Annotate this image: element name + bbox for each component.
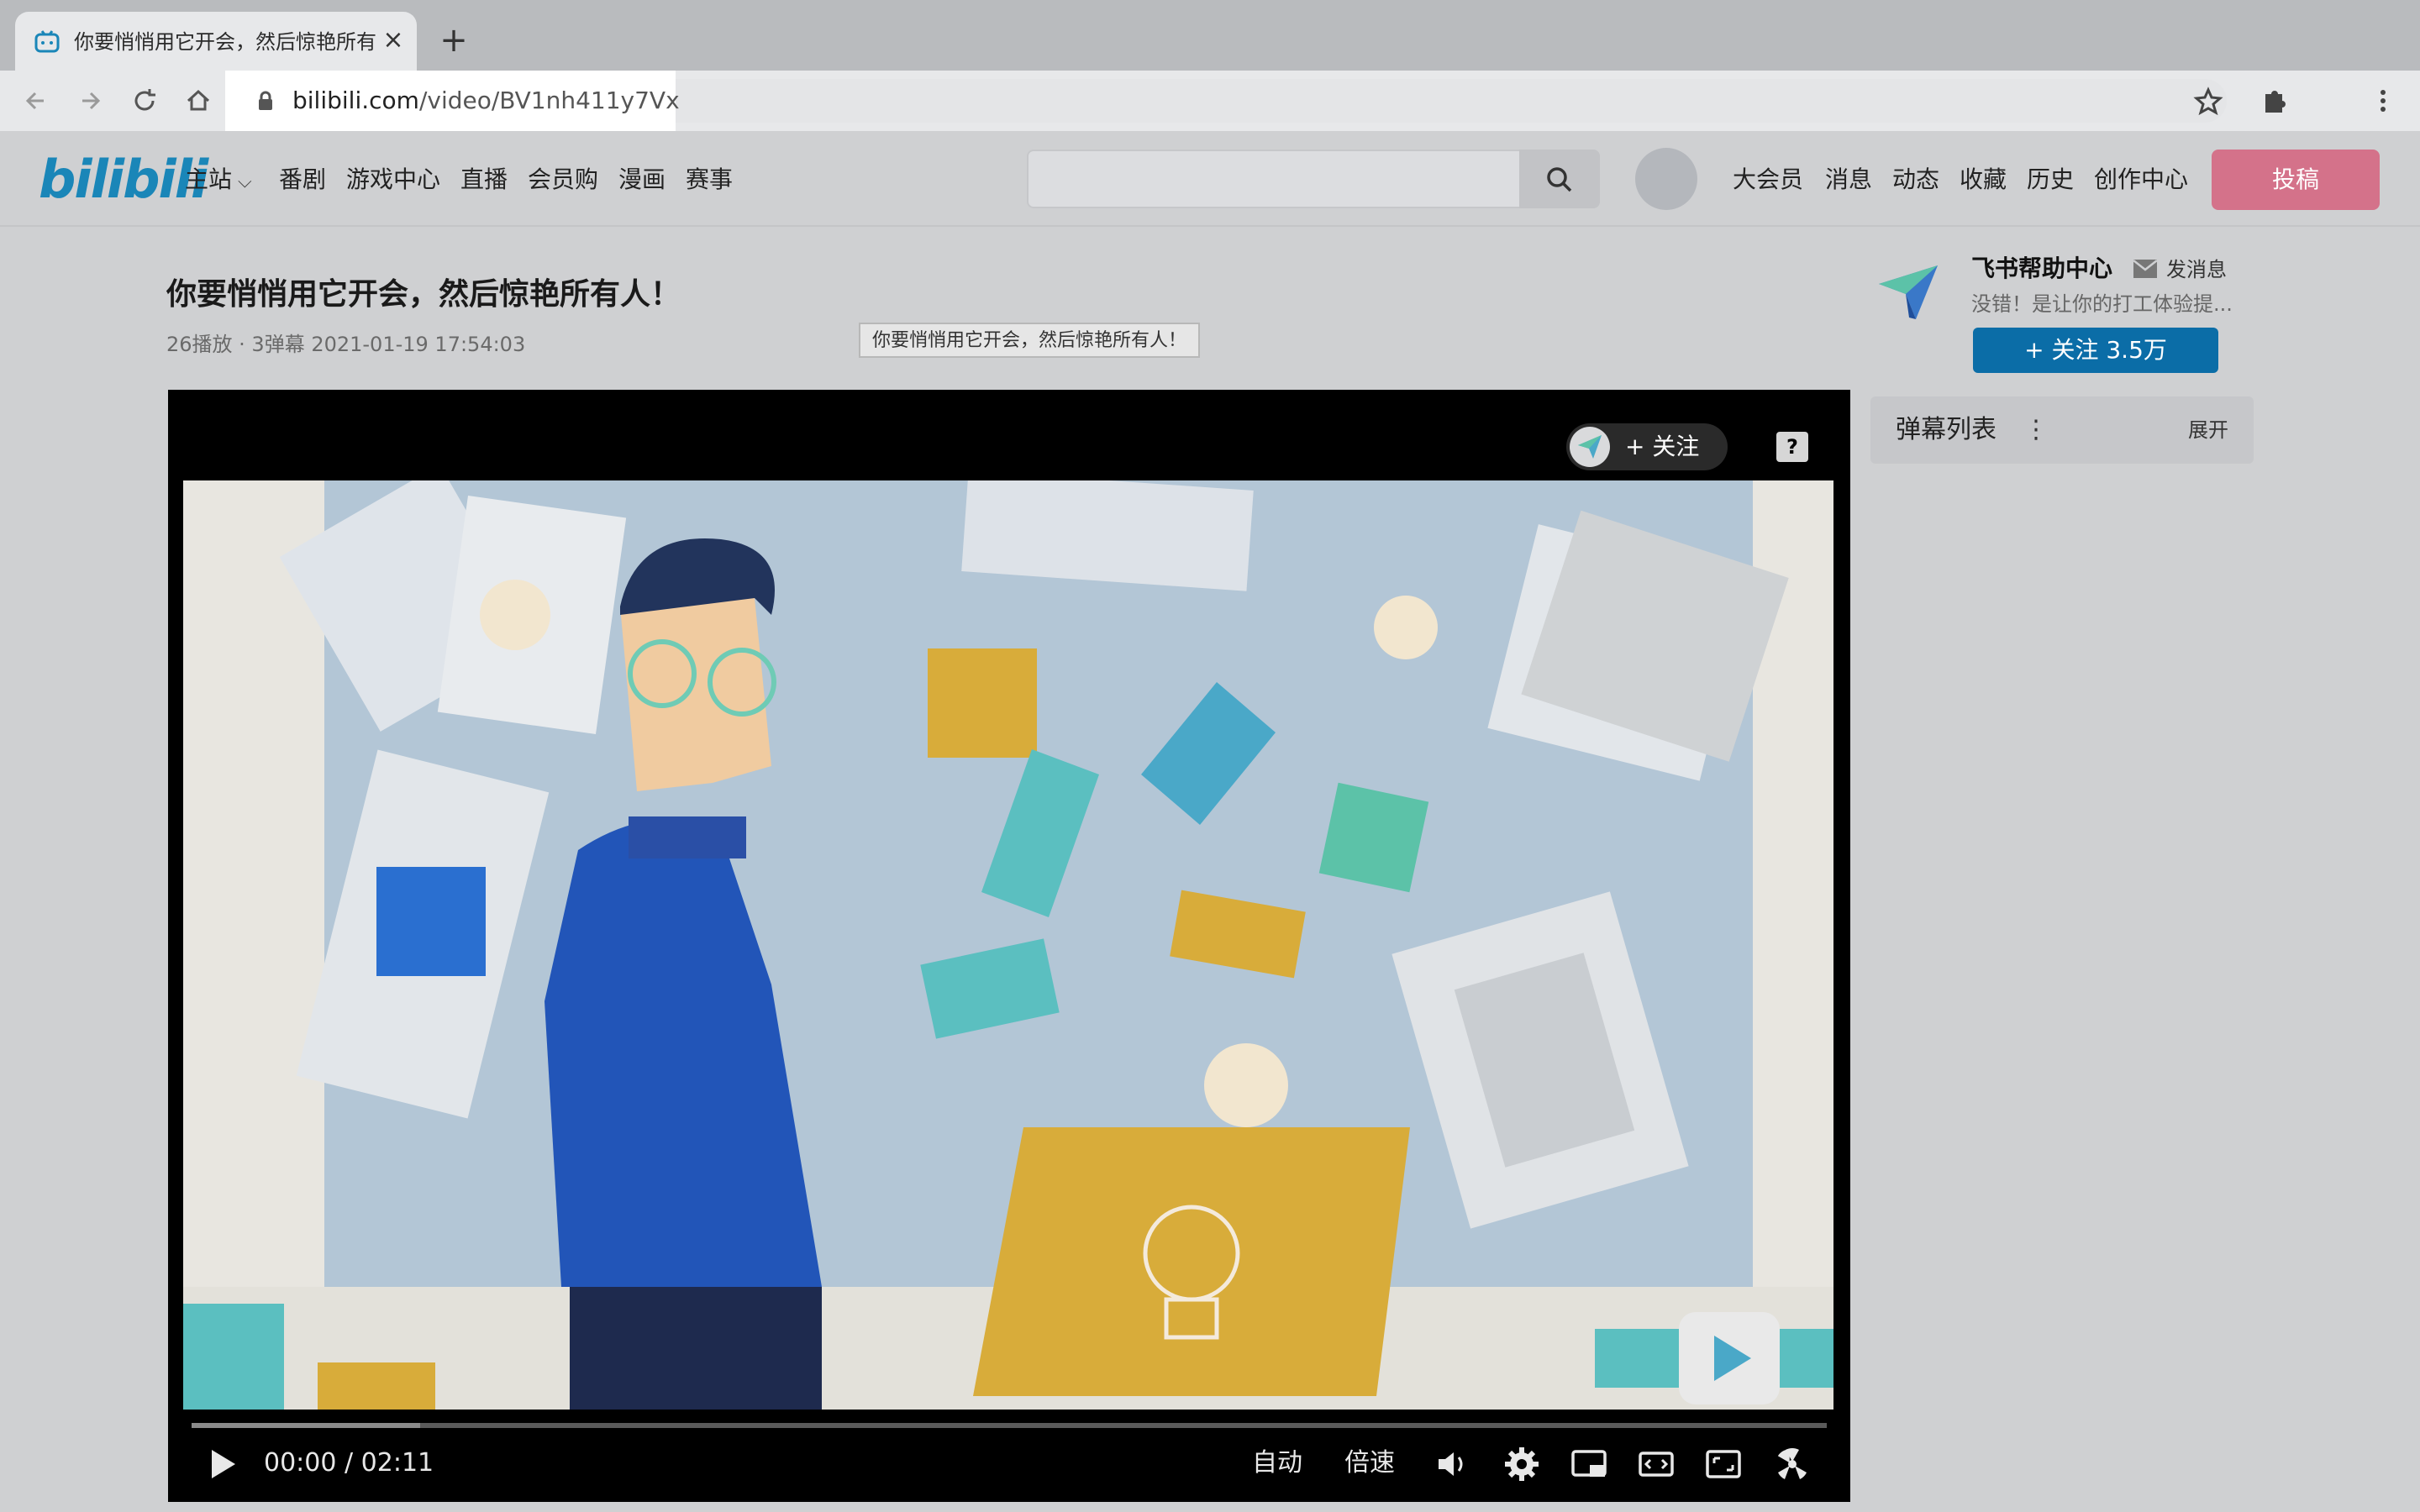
home-icon[interactable] (180, 82, 217, 119)
fullscreen-icon[interactable] (1771, 1443, 1813, 1485)
search-input[interactable] (1027, 150, 1600, 208)
danmaku-title: 弹幕列表 (1896, 415, 1996, 444)
follow-button[interactable]: + 关注 3.5万 (1973, 328, 2218, 373)
nav-item-vip[interactable]: 大会员 (1733, 163, 1803, 197)
video-meta: 26播放 · 3弹幕 2021-01-19 17:54:03 (166, 333, 526, 356)
picture-in-picture-icon[interactable] (1568, 1443, 1610, 1485)
search-icon (1547, 167, 1572, 192)
bilibili-logo[interactable]: bilibili (39, 148, 208, 212)
speed-button[interactable]: 倍速 (1344, 1445, 1395, 1482)
nav-item-live[interactable]: 直播 (460, 163, 508, 197)
progress-fill (192, 1423, 420, 1428)
time-separator: / (345, 1448, 354, 1478)
danmaku-menu-icon[interactable]: ⋮ (2023, 412, 2049, 449)
nav-item-anime[interactable]: 番剧 (279, 163, 326, 197)
address-bar-extension[interactable] (676, 79, 2227, 123)
volume-icon[interactable] (1432, 1443, 1474, 1485)
browser-menu-icon[interactable] (2365, 82, 2402, 119)
upload-button[interactable]: 投稿 (2212, 150, 2380, 210)
forward-icon[interactable] (72, 82, 109, 119)
nav-item-dynamics[interactable]: 动态 (1892, 163, 1939, 197)
nav-item-esports[interactable]: 赛事 (686, 163, 733, 197)
time-display: 00:00 / 02:11 (264, 1445, 434, 1482)
nav-item-shop[interactable]: 会员购 (528, 163, 598, 197)
url-domain: bilibili.com (292, 87, 419, 114)
nav-item-history[interactable]: 历史 (2027, 163, 2074, 197)
quality-button[interactable]: 自动 (1252, 1445, 1302, 1482)
video-illustration (183, 480, 1833, 1410)
search-button[interactable] (1519, 150, 1600, 208)
video-frame[interactable] (183, 480, 1833, 1410)
bilibili-tv-icon (34, 30, 60, 53)
nav-item-games[interactable]: 游戏中心 (346, 163, 440, 197)
web-fullscreen-icon[interactable] (1702, 1443, 1744, 1485)
back-icon[interactable] (18, 82, 55, 119)
widescreen-icon[interactable] (1635, 1443, 1677, 1485)
mail-icon[interactable] (2133, 259, 2158, 279)
danmaku-expand-button[interactable]: 展开 (2188, 413, 2228, 447)
chevron-down-icon: ⌵ (232, 171, 252, 192)
help-icon[interactable]: ? (1776, 432, 1808, 462)
lock-icon[interactable] (257, 91, 274, 111)
play-icon[interactable] (202, 1443, 244, 1485)
nav-item-favorites[interactable]: 收藏 (1960, 163, 2007, 197)
tab-close-icon[interactable]: × (378, 25, 408, 55)
video-title: 你要悄悄用它开会，然后惊艳所有人！ (166, 277, 681, 312)
time-current: 00:00 (264, 1448, 337, 1478)
paper-plane-icon (1578, 435, 1602, 459)
user-avatar[interactable] (1635, 148, 1697, 210)
settings-gear-icon[interactable] (1501, 1443, 1543, 1485)
url-path: /video/BV1nh411y7Vx (418, 87, 680, 114)
uploader-name[interactable]: 飞书帮助中心 (1971, 252, 2112, 286)
nav-item-main[interactable]: 主站 ⌵ (185, 163, 252, 199)
new-tab-button[interactable]: + (437, 24, 471, 57)
extensions-puzzle-icon[interactable] (2255, 82, 2292, 119)
player-follow-label[interactable]: + 关注 (1625, 428, 1699, 465)
nav-item-manga[interactable]: 漫画 (618, 163, 666, 197)
send-message-link[interactable]: 发消息 (2166, 254, 2227, 286)
time-total: 02:11 (360, 1448, 434, 1478)
progress-track[interactable] (192, 1423, 1827, 1428)
url-text[interactable]: bilibili.com/video/BV1nh411y7Vx (292, 84, 680, 118)
nav-item-messages[interactable]: 消息 (1825, 163, 1872, 197)
bookmark-star-icon[interactable] (2190, 82, 2227, 119)
tab-title: 你要悄悄用它开会，然后惊艳所有人！ (74, 30, 376, 54)
browser-tab[interactable]: 你要悄悄用它开会，然后惊艳所有人！ × (15, 12, 417, 71)
reload-icon[interactable] (126, 82, 163, 119)
nav-item-creator-center[interactable]: 创作中心 (2094, 163, 2188, 197)
title-tooltip: 你要悄悄用它开会，然后惊艳所有人！ (859, 323, 1201, 358)
uploader-description: 没错！是让你的打工体验提... (1971, 292, 2233, 316)
uploader-avatar-icon[interactable] (1874, 255, 1944, 326)
